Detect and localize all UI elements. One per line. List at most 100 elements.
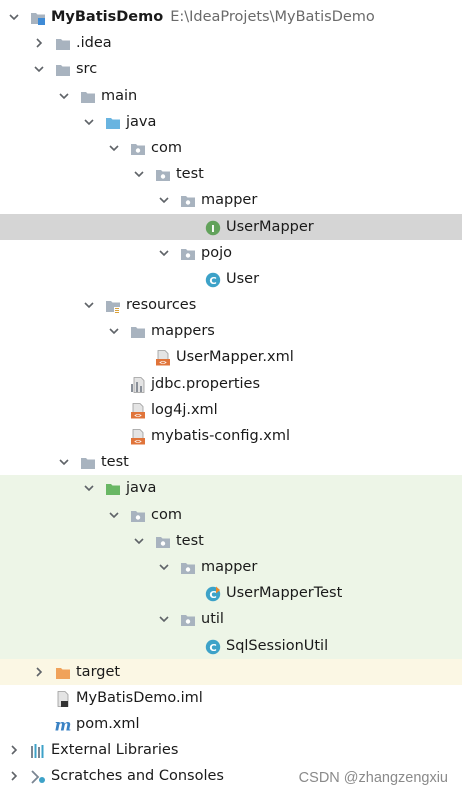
chevron-right-icon[interactable]: [8, 763, 22, 789]
tree-row-resources[interactable]: resources: [0, 292, 462, 318]
tree-row-mybatis-config-xml[interactable]: <> mybatis-config.xml: [0, 423, 462, 449]
tree-item-label: UserMapper: [226, 214, 314, 240]
tree-row-usermapper[interactable]: I UserMapper: [0, 213, 462, 240]
tree-item-name: Scratches and Consoles: [51, 768, 224, 785]
tree-item-name: java: [126, 480, 157, 497]
svg-text:C: C: [209, 590, 216, 601]
tree-row-target[interactable]: target: [0, 658, 462, 685]
tree-row-src[interactable]: src: [0, 56, 462, 82]
chevron-down-icon[interactable]: [158, 554, 172, 580]
package-icon: [180, 192, 196, 208]
tree-item-label: External Libraries: [51, 737, 178, 763]
package-icon: [130, 140, 146, 156]
tree-row-main[interactable]: main: [0, 83, 462, 109]
tree-item-label: jdbc.properties: [151, 371, 260, 397]
tree-item-label: Scratches and Consoles: [51, 763, 224, 789]
folder-icon: [55, 61, 71, 77]
chevron-down-icon[interactable]: [133, 528, 147, 554]
package-icon: [180, 245, 196, 261]
tree-row-mappers[interactable]: mappers: [0, 318, 462, 344]
tree-row-external-libraries[interactable]: External Libraries: [0, 737, 462, 763]
tree-item-name: java: [126, 113, 157, 130]
tree-row-log4j-xml[interactable]: <> log4j.xml: [0, 397, 462, 423]
chevron-down-icon[interactable]: [58, 83, 72, 109]
project-path: E:\IdeaProjets\MyBatisDemo: [170, 9, 375, 25]
tree-item-name: UserMapperTest: [226, 585, 343, 602]
maven-icon: m: [55, 716, 72, 735]
tree-item-name: UserMapper: [226, 218, 314, 235]
tree-item-label: target: [76, 659, 120, 685]
svg-text:<>: <>: [134, 438, 142, 445]
tree-item-name: target: [76, 663, 121, 680]
tree-row-sqlsessionutil[interactable]: C SqlSessionUtil: [0, 632, 462, 659]
tree-row-com[interactable]: com: [0, 501, 462, 528]
tree-row-com[interactable]: com: [0, 135, 462, 161]
tree-item-name: test: [176, 532, 204, 549]
tree-row-mapper[interactable]: mapper: [0, 187, 462, 213]
tree-row-pojo[interactable]: pojo: [0, 240, 462, 266]
svg-text:C: C: [209, 276, 216, 287]
tree-item-name: MyBatisDemo.iml: [76, 689, 203, 706]
tree-item-name: External Libraries: [51, 742, 179, 759]
test-folder-icon: [105, 480, 121, 496]
chevron-down-icon[interactable]: [108, 502, 122, 528]
tree-item-label: UserMapper.xml: [176, 344, 294, 370]
tree-row-test[interactable]: test: [0, 527, 462, 554]
tree-item-name: test: [101, 454, 129, 471]
tree-row-java[interactable]: java: [0, 475, 462, 502]
class-icon: C: [205, 638, 221, 654]
tree-item-name: mapper: [201, 558, 258, 575]
folder-icon: [55, 35, 71, 51]
package-icon: [180, 559, 196, 575]
tree-item-label: java: [126, 475, 156, 501]
tree-row--idea[interactable]: .idea: [0, 30, 462, 56]
chevron-down-icon[interactable]: [83, 475, 97, 501]
tree-item-label: mapper: [201, 554, 257, 580]
tree-item-label: test: [101, 449, 129, 475]
class-icon: C: [205, 271, 221, 288]
chevron-down-icon[interactable]: [158, 606, 172, 632]
tree-row-test[interactable]: test: [0, 449, 462, 475]
tree-item-name: jdbc.properties: [151, 375, 261, 392]
tree-item-name: User: [226, 270, 260, 287]
tree-row-usermapper-xml[interactable]: <> UserMapper.xml: [0, 344, 462, 370]
tree-item-label: SqlSessionUtil: [226, 633, 328, 659]
chevron-down-icon[interactable]: [83, 292, 97, 318]
chevron-down-icon[interactable]: [108, 135, 122, 161]
chevron-down-icon[interactable]: [158, 240, 172, 266]
chevron-down-icon[interactable]: [8, 4, 22, 30]
folder-icon: [130, 323, 146, 339]
tree-row-test[interactable]: test: [0, 161, 462, 187]
tree-row-user[interactable]: C User: [0, 266, 462, 292]
tree-item-label: java: [126, 109, 156, 135]
chevron-down-icon[interactable]: [133, 161, 147, 187]
chevron-right-icon[interactable]: [33, 659, 47, 685]
tree-row-java[interactable]: java: [0, 109, 462, 135]
tree-row-jdbc-properties[interactable]: jdbc.properties: [0, 371, 462, 397]
package-icon: [155, 166, 171, 182]
tree-item-name: pom.xml: [76, 716, 140, 733]
chevron-right-icon[interactable]: [8, 737, 22, 763]
tree-row-usermappertest[interactable]: C UserMapperTest: [0, 580, 462, 607]
folder-icon: [80, 454, 96, 470]
chevron-down-icon[interactable]: [158, 187, 172, 213]
tree-item-label: User: [226, 266, 259, 292]
tree-row-mybatisdemo-iml[interactable]: MyBatisDemo.iml: [0, 685, 462, 711]
tree-row-mybatisdemo[interactable]: MyBatisDemo E:\IdeaProjets\MyBatisDemo: [0, 4, 462, 30]
tree-item-name: log4j.xml: [151, 401, 218, 418]
tree-item-name: UserMapper.xml: [176, 349, 294, 366]
tree-row-pom-xml[interactable]: m pom.xml: [0, 711, 462, 737]
svg-text:I: I: [211, 223, 215, 234]
chevron-down-icon[interactable]: [83, 109, 97, 135]
chevron-down-icon[interactable]: [108, 318, 122, 344]
test-class-icon: C: [205, 585, 221, 602]
tree-item-label: pom.xml: [76, 711, 140, 737]
tree-item-label: main: [101, 83, 137, 109]
chevron-down-icon[interactable]: [58, 449, 72, 475]
chevron-right-icon[interactable]: [33, 30, 47, 56]
tree-item-label: mappers: [151, 318, 215, 344]
chevron-down-icon[interactable]: [33, 56, 47, 82]
tree-row-mapper[interactable]: mapper: [0, 553, 462, 581]
tree-item-label: util: [201, 606, 224, 632]
tree-row-util[interactable]: util: [0, 606, 462, 633]
